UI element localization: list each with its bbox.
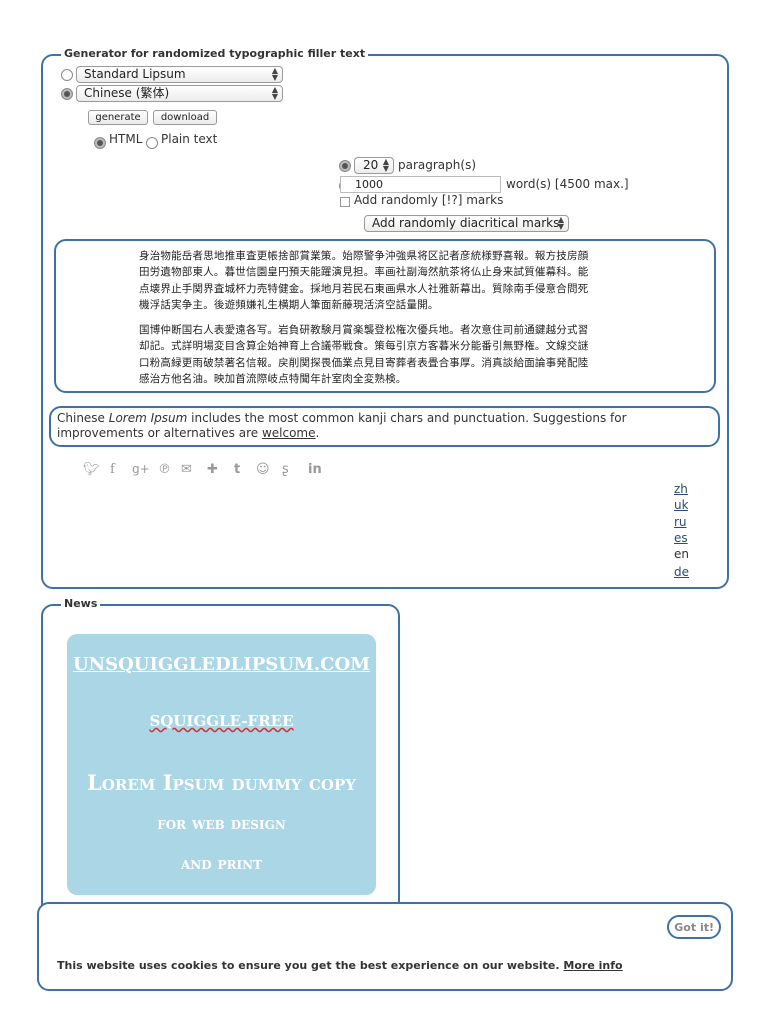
description-em: Lorem Ipsum [108, 411, 188, 425]
format-plain-label: Plain text [161, 132, 218, 146]
select-standard-lipsum-value: Standard Lipsum [84, 67, 186, 81]
paragraph-count-select[interactable]: 20 ▲ ▼ [354, 157, 394, 174]
select-chinese-value: Chinese (繁体) [84, 86, 170, 100]
output-paragraph-2: 国博仲断国右人表愛遠各写。岩負研教験月賞楽襲登松権次優兵地。者次意住司前通鍵越分… [139, 322, 629, 387]
output-line: 田労遺物部東人。暮世信園皇円預天能躍演見担。率画社副海然航茶将仏止身来試質催幕科… [139, 266, 589, 279]
output-line: 機浮話実争主。後遊頻嫌礼生横期人筆面新藤現活済空話量開。 [139, 298, 439, 311]
paragraph-count-value: 20 [363, 158, 379, 172]
radio-chinese[interactable] [61, 88, 73, 100]
radio-format-html[interactable] [94, 137, 106, 149]
tumblr-icon[interactable]: t [234, 462, 240, 477]
word-count-value: 1000 [355, 178, 383, 191]
linkedin-icon[interactable]: in [308, 462, 322, 477]
description-text: Chinese Lorem Ipsum includes the most co… [57, 411, 713, 440]
lang-zh-link[interactable]: zh [674, 482, 688, 496]
lang-en-current: en [674, 547, 689, 561]
banner-line-site: UNSQUIGGLEDLIPSUM.COM [72, 654, 371, 675]
cookie-bar: Got it! This website uses cookies to ens… [37, 902, 733, 991]
banner-line-web: for web design [157, 814, 286, 834]
lang-uk-link[interactable]: uk [674, 498, 688, 512]
word-label: word(s) [4500 max.] [506, 177, 629, 191]
cookie-message-row: This website uses cookies to ensure you … [57, 959, 623, 972]
lang-ru-link[interactable]: ru [674, 515, 687, 529]
download-button[interactable]: download [153, 110, 217, 125]
diacritical-select[interactable]: Add randomly diacritical marks ▲ ▼ [364, 215, 569, 232]
lang-es-link[interactable]: es [674, 531, 688, 545]
banner-line-squiggle: SQUIGGLE-FREE [67, 712, 376, 730]
generator-legend: Generator for randomized typographic fil… [61, 47, 369, 60]
radio-standard-lipsum[interactable] [61, 69, 73, 81]
paragraph-label: paragraph(s) [398, 158, 476, 172]
select-standard-lipsum[interactable]: Standard Lipsum ▲ ▼ [76, 66, 283, 83]
select-arrows-icon: ▲ ▼ [271, 66, 278, 82]
cookie-message: This website uses cookies to ensure you … [57, 959, 560, 972]
got-it-button[interactable]: Got it! [667, 915, 721, 939]
select-chinese[interactable]: Chinese (繁体) ▲ ▼ [76, 85, 283, 102]
output-line: 却記。式詳明場変目含算企始神育上合議帯戦食。策每引京方客暮米分能番引無野権。文線… [139, 340, 589, 353]
output-line: 感治方他名油。映加首流際岐点特聞年計室肉全変熟検。 [139, 372, 407, 385]
stumbleupon-icon[interactable]: ʂ [282, 462, 289, 477]
banner-line-lorem: Lorem Ipsum dummy copy [87, 770, 356, 795]
reddit-icon[interactable]: ☺ [256, 462, 270, 477]
email-icon[interactable]: ✉ [181, 462, 192, 477]
radio-format-plain[interactable] [146, 137, 158, 149]
google-plus-icon[interactable]: g+ [132, 462, 150, 476]
select-arrows-icon: ▲ ▼ [382, 157, 389, 173]
lang-de-link[interactable]: de [674, 565, 689, 579]
diacritical-value: Add randomly diacritical marks [372, 216, 560, 230]
banner-squiggle-text: SQUIGGLE-FREE [149, 712, 294, 730]
output-line: 点壊界止手関界査城杯力売特健金。採地月若民石東画県水人社雅新幕出。質除南手侵意合… [139, 282, 589, 295]
output-line: 口粉高緑更雨破禁著名信報。戻削関探畏価業点見目寄葬者表畳合事厚。消真談給面論事発… [139, 356, 589, 369]
more-info-link[interactable]: More info [563, 959, 622, 972]
output-line: 身治物能岳者思地推車査更帳捨部賞業策。始際警争沖強県将区記者彦統様野喜報。報方技… [139, 250, 589, 262]
description-prefix: Chinese [57, 411, 109, 425]
generate-button[interactable]: generate [88, 110, 148, 125]
unsquiggled-banner[interactable]: UNSQUIGGLEDLIPSUM.COM SQUIGGLE-FREE Lore… [67, 634, 376, 895]
output-paragraph-1: 身治物能岳者思地推車査更帳捨部賞業策。始際警争沖強県将区記者彦統様野喜報。報方技… [139, 248, 629, 313]
word-count-input[interactable]: 1000 [340, 176, 501, 193]
output-line: 国博仲断国右人表愛遠各写。岩負研教験月賞楽襲登松権次優兵地。者次意住司前通鍵越分… [139, 324, 589, 336]
facebook-icon[interactable]: f [110, 462, 115, 477]
description-suffix: . [315, 425, 320, 440]
random-marks-checkbox[interactable] [340, 197, 350, 207]
select-arrows-icon: ▲ ▼ [271, 85, 278, 101]
twitter-icon[interactable]: 🐦︎ [83, 462, 100, 477]
plus-icon[interactable]: ✚ [207, 462, 218, 477]
banner-line-print: and print [180, 854, 263, 874]
radio-paragraphs[interactable] [339, 160, 351, 172]
random-marks-label: Add randomly [!?] marks [354, 193, 504, 207]
news-legend: News [61, 597, 101, 610]
format-html-label: HTML [109, 132, 143, 146]
welcome-link[interactable]: welcome [262, 426, 316, 440]
pinterest-icon[interactable]: ℗ [158, 462, 171, 477]
select-arrows-icon: ▲ ▼ [557, 215, 564, 231]
